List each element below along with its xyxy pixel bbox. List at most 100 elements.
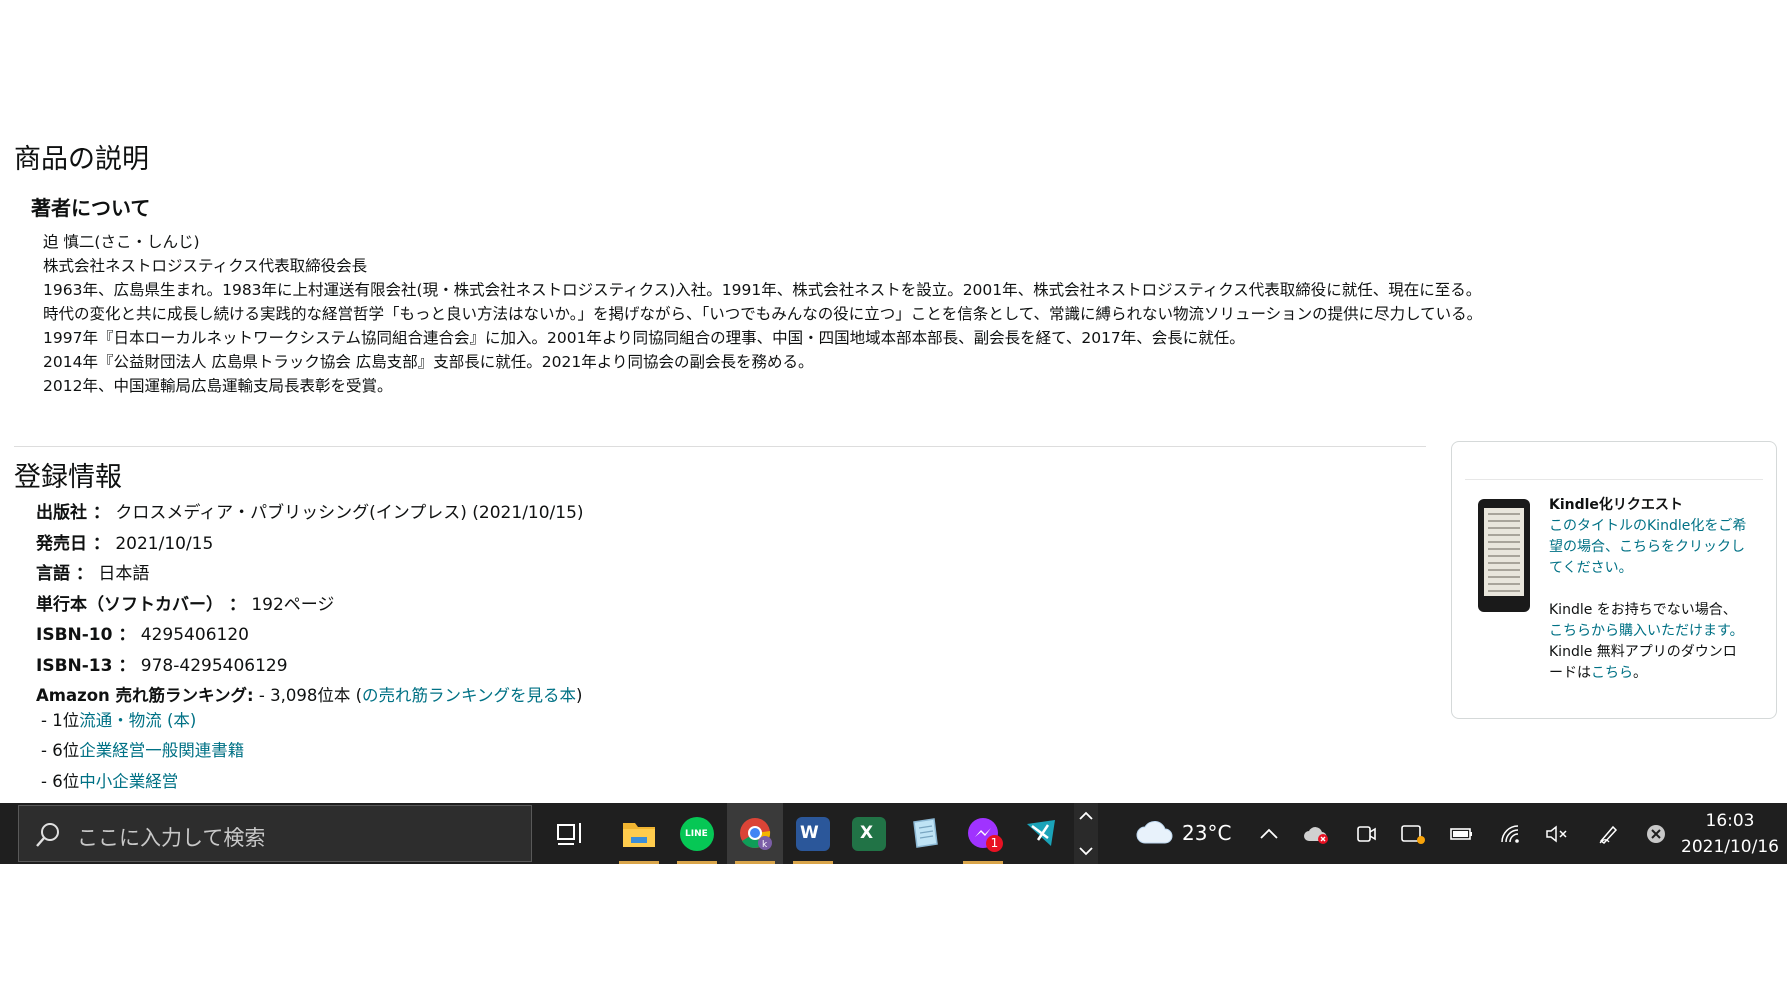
snipping-tool-button[interactable] [1013, 803, 1069, 864]
screen-capture-icon[interactable] [1400, 823, 1426, 845]
taskbar-search-box[interactable]: ここに入力して検索 [18, 805, 532, 862]
kindle-device-image [1478, 499, 1530, 612]
free-app-text-2: ードはこちら。 [1549, 663, 1647, 684]
category-link-business-management[interactable]: 企業経営一般関連書籍 [79, 741, 244, 760]
bestseller-ranking-link[interactable]: の売れ筋ランキングを見る本 [362, 686, 576, 705]
notepad-icon [913, 818, 938, 848]
publisher-value: クロスメディア・パブリッシング(インプレス) (2021/10/15) [115, 503, 584, 523]
messenger-button[interactable]: 1 [955, 803, 1011, 864]
clock-date[interactable]: 2021/10/16 [1675, 837, 1785, 857]
author-bio-line: 迫 慎二(さこ・しんじ) [43, 233, 200, 251]
chevron-up-icon[interactable] [1079, 811, 1093, 821]
product-details-title: 登録情報 [14, 462, 122, 493]
chrome-icon: k [740, 818, 772, 850]
file-explorer-button[interactable] [611, 803, 667, 864]
search-icon [36, 823, 59, 847]
format-label: 単行本（ソフトカバー） ： [36, 595, 246, 615]
free-app-suffix: 。 [1633, 665, 1647, 681]
kindle-request-link[interactable]: このタイトルのKindle化をご希 [1549, 516, 1746, 537]
cloud-icon [1136, 821, 1173, 844]
excel-button[interactable]: X [841, 803, 897, 864]
author-bio-line: 2014年『公益財団法人 広島県トラック協会 広島支部』支部長に就任。2021年… [43, 353, 814, 371]
publisher-label: 出版社 ： [36, 503, 110, 523]
author-bio: 迫 慎二(さこ・しんじ) 株式会社ネストロジスティクス代表取締役会長 1963年… [43, 230, 1482, 398]
running-indicator [963, 861, 1003, 864]
pen-icon[interactable] [1597, 823, 1619, 845]
taskbar-scroll[interactable] [1074, 803, 1098, 864]
author-bio-line: 1963年、広島県生まれ。1983年に上村運送有限会社(現・株式会社ネストロジス… [43, 281, 1482, 299]
buy-kindle-link[interactable]: こちらから購入いただけます。 [1549, 621, 1744, 642]
running-indicator [793, 861, 833, 864]
free-app-text: Kindle 無料アプリのダウンロ [1549, 644, 1737, 660]
close-circle-icon[interactable] [1645, 823, 1667, 845]
isbn13-value: 978-4295406129 [140, 656, 288, 676]
isbn10-row: ISBN-10 ： 4295406120 [36, 620, 249, 645]
volume-muted-icon[interactable] [1544, 823, 1570, 845]
format-row: 単行本（ソフトカバー） ： 192ページ [36, 590, 334, 615]
running-indicator [619, 861, 659, 864]
release-date-value: 2021/10/15 [115, 534, 214, 554]
product-description-title: 商品の説明 [14, 144, 149, 175]
sub-ranking-item: - 6位中小企業経営 [41, 768, 178, 792]
chrome-button[interactable]: k [727, 803, 783, 864]
sub-ranking-position: - 6位 [41, 772, 80, 791]
category-link-logistics[interactable]: 流通・物流 (本) [79, 711, 196, 730]
line-app-button[interactable]: LINE [669, 803, 725, 864]
format-value: 192ページ [251, 595, 335, 615]
word-button[interactable]: W [785, 803, 841, 864]
author-bio-line: 時代の変化と共に成長し続ける実践的な経営哲学「もっと良い方法はないか。」を掲げな… [43, 305, 1483, 323]
sub-ranking-item: - 1位流通・物流 (本) [41, 707, 196, 731]
windows-taskbar: ここに入力して検索 LINE k W X 1 23°C 16:03 2021/1… [0, 803, 1787, 864]
language-row: 言語 ： 日本語 [36, 559, 149, 584]
line-icon: LINE [680, 817, 714, 851]
no-kindle-text: Kindle をお持ちでない場合、 [1549, 602, 1737, 618]
ranking-value: - 3,098位本 ( [258, 686, 363, 705]
clock-time[interactable]: 16:03 [1675, 811, 1785, 831]
free-app-prefix: ードは [1549, 665, 1591, 681]
notification-badge: 1 [986, 835, 1003, 852]
isbn13-label: ISBN-13 ： [36, 656, 136, 676]
weather-temperature: 23°C [1182, 821, 1232, 845]
ranking-label: Amazon 売れ筋ランキング: [36, 686, 254, 705]
ranking-row: Amazon 売れ筋ランキング: - 3,098位本 (の売れ筋ランキングを見る… [36, 682, 582, 706]
language-label: 言語 ： [36, 564, 93, 584]
running-indicator [677, 861, 717, 864]
category-link-small-business[interactable]: 中小企業経営 [79, 772, 178, 791]
excel-icon: X [852, 817, 886, 851]
notepad-button[interactable] [897, 803, 953, 864]
section-divider [14, 446, 1426, 447]
chevron-down-icon[interactable] [1079, 846, 1093, 856]
battery-icon[interactable] [1449, 823, 1475, 845]
search-placeholder: ここに入力して検索 [77, 826, 266, 850]
free-app-download-link[interactable]: こちら [1591, 665, 1633, 681]
isbn10-value: 4295406120 [140, 625, 249, 645]
author-bio-line: 2012年、中国運輸局広島運輸支局長表彰を受賞。 [43, 377, 393, 395]
kindle-request-title: Kindle化リクエスト [1549, 497, 1683, 513]
release-date-label: 発売日 ： [36, 534, 110, 554]
card-divider [1465, 479, 1763, 480]
isbn10-label: ISBN-10 ： [36, 625, 136, 645]
folder-icon [623, 823, 655, 847]
running-indicator [735, 861, 775, 864]
isbn13-row: ISBN-13 ： 978-4295406129 [36, 651, 288, 676]
author-bio-line: 株式会社ネストロジスティクス代表取締役会長 [43, 257, 368, 275]
task-view-icon [557, 823, 581, 845]
onedrive-error-icon[interactable] [1303, 823, 1331, 845]
language-value: 日本語 [98, 564, 150, 584]
author-bio-line: 1997年『日本ローカルネットワークシステム協同組合連合会』に加入。2001年よ… [43, 329, 1245, 347]
sub-ranking-position: - 6位 [41, 741, 80, 760]
publisher-row: 出版社 ： クロスメディア・パブリッシング(インプレス) (2021/10/15… [36, 498, 584, 523]
about-author-heading: 著者について [31, 196, 151, 220]
chevron-up-icon[interactable] [1258, 823, 1280, 845]
meet-now-icon[interactable] [1355, 823, 1377, 845]
wifi-icon[interactable] [1499, 823, 1521, 845]
sub-ranking-position: - 1位 [41, 711, 80, 730]
sub-ranking-item: - 6位企業経営一般関連書籍 [41, 737, 244, 761]
kindle-request-link[interactable]: てください。 [1549, 558, 1633, 579]
kindle-request-card: Kindle化リクエスト このタイトルのKindle化をご希 望の場合、こちらを… [1451, 441, 1777, 719]
weather-widget[interactable]: 23°C [1128, 803, 1232, 864]
word-icon: W [796, 817, 830, 851]
task-view-button[interactable] [542, 803, 598, 864]
kindle-request-link[interactable]: 望の場合、こちらをクリックし [1549, 537, 1745, 558]
ranking-close: ) [576, 686, 583, 705]
